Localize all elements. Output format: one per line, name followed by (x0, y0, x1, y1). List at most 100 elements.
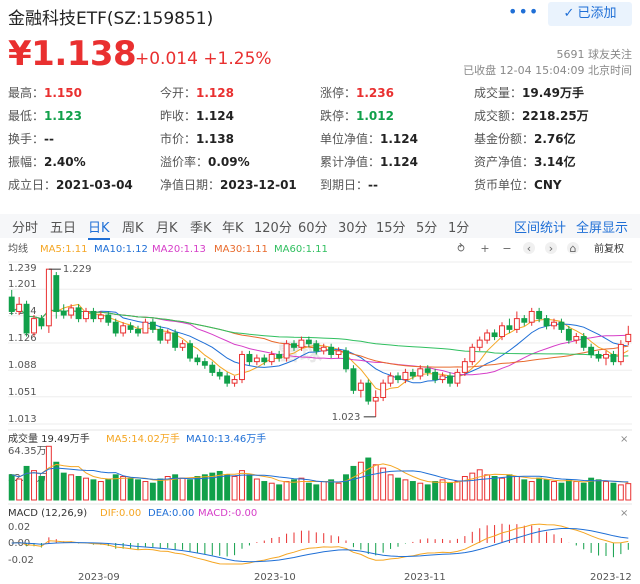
volume-bar (276, 484, 283, 501)
close-macd-icon[interactable]: × (620, 508, 628, 519)
quote-cell: 振幅：2.40% (8, 153, 86, 170)
fullscreen-button[interactable]: 全屏显示 (576, 217, 628, 236)
candle-body (112, 321, 119, 334)
candle-body (454, 371, 461, 384)
volume-bar (335, 482, 342, 501)
candle-body (187, 343, 193, 359)
candle-body (320, 346, 327, 352)
candle-body (60, 310, 67, 316)
follow-label: 已添加 (577, 6, 617, 21)
volume-bar (157, 478, 164, 501)
candle-body (409, 371, 416, 377)
candle-body (253, 357, 260, 363)
candle-body (417, 368, 424, 377)
tab-period[interactable]: 月K (156, 217, 178, 236)
interval-stats-button[interactable]: 区间统计 (514, 217, 566, 236)
follow-button[interactable]: ✓ 已添加 (548, 2, 632, 26)
close-volume-icon[interactable]: × (620, 434, 628, 445)
volume-bar (551, 481, 557, 501)
volume-bar (365, 457, 372, 501)
candle-body (313, 343, 320, 352)
candle-body (543, 318, 550, 327)
y-tick-label: 1.088 (8, 360, 37, 371)
tab-period[interactable]: 日K (88, 217, 110, 240)
volume-bar (372, 464, 379, 501)
volume-bar (424, 484, 431, 501)
quote-cell: 单位净值：1.124 (320, 130, 418, 147)
refresh-icon: ⥁ (457, 242, 465, 255)
quote-cell: 成立日：2021-03-04 (8, 176, 133, 193)
quote-row: 最高：1.150 今开：1.128 涨停：1.236 成交量：19.49万手 (8, 84, 632, 104)
volume-bar (499, 477, 505, 501)
volume-bar (409, 481, 416, 501)
tab-period[interactable]: 5分 (416, 217, 437, 236)
kline-chart[interactable]: 均线 MA5:1.11 MA10:1.12 MA20:1.13 MA30:1.11 MA6… (0, 240, 640, 584)
candle-body (149, 321, 156, 330)
quote-cell: 基金份额：2.76亿 (474, 130, 576, 147)
volume-bar (194, 476, 201, 501)
tab-period[interactable]: 分时 (12, 217, 38, 236)
quote-value: 1.236 (356, 86, 394, 100)
candle-body (97, 314, 104, 320)
macd-dif-line (11, 523, 629, 565)
candle-body (45, 268, 52, 327)
volume-bar (610, 482, 617, 501)
quote-label: 货币单位： (474, 178, 535, 192)
tab-period[interactable]: 15分 (376, 217, 406, 236)
candle-body (239, 353, 245, 381)
quote-cell: 成交量：19.49万手 (474, 84, 584, 101)
candle-body (343, 350, 349, 370)
volume-bar (127, 477, 134, 501)
quote-row: 成立日：2021-03-04 净值日期：2023-12-01 到期日：-- 货币单位：… (8, 176, 632, 196)
quote-value: -- (368, 178, 378, 192)
candle-body (476, 339, 483, 348)
quote-cell: 最高：1.150 (8, 84, 82, 101)
tab-period[interactable]: 周K (122, 217, 144, 236)
candle-body (395, 375, 401, 381)
fuquan-selector[interactable]: 前复权 (594, 242, 624, 255)
candle-body (565, 328, 572, 341)
tab-period[interactable]: 年K (222, 217, 244, 236)
candle-body (617, 343, 624, 363)
quote-value: 1.124 (380, 155, 418, 169)
volume-bar (149, 482, 156, 501)
quote-cell: 最低：1.123 (8, 107, 82, 124)
candle-body (246, 353, 253, 363)
ma-legend-item: 均线 (8, 242, 28, 255)
candle-body (298, 339, 305, 348)
quote-label: 成交额： (474, 109, 523, 123)
ma-legend-item: MA20:1.13 (152, 244, 206, 255)
candle-body (194, 357, 201, 363)
tab-period[interactable]: 30分 (338, 217, 368, 236)
volume-bar (268, 482, 275, 501)
quote-cell: 净值日期：2023-12-01 (160, 176, 297, 193)
quote-value: 1.128 (196, 86, 234, 100)
volume-bar (75, 476, 82, 501)
volume-bar (454, 481, 461, 501)
tab-period[interactable]: 季K (190, 217, 212, 236)
volume-bar (439, 479, 446, 501)
volume-ma5-line (11, 463, 629, 484)
ma-legend-item: MA60:1.11 (274, 244, 328, 255)
volume-bar (580, 482, 587, 501)
tab-period[interactable]: 五日 (50, 217, 76, 236)
candle-body (157, 328, 164, 341)
tab-period[interactable]: 1分 (448, 217, 469, 236)
volume-bar (90, 479, 97, 501)
tab-period[interactable]: 60分 (298, 217, 328, 236)
volume-bar (253, 478, 260, 501)
macd-dea-line (11, 528, 629, 563)
quote-cell: 换手：-- (8, 130, 54, 147)
volume-bar (595, 479, 602, 501)
candle-body (53, 275, 60, 312)
candle-body (447, 375, 453, 384)
quote-value: 2.40% (44, 155, 86, 169)
quote-value: 0.09% (208, 155, 250, 169)
volume-bar (261, 481, 268, 501)
volume-bar (402, 479, 409, 501)
more-menu-button[interactable]: ••• (508, 2, 539, 21)
quote-cell: 跌停：1.012 (320, 107, 394, 124)
tab-period[interactable]: 120分 (254, 217, 292, 236)
volume-bar (521, 479, 528, 501)
macd-y-tick: -0.02 (8, 555, 34, 566)
